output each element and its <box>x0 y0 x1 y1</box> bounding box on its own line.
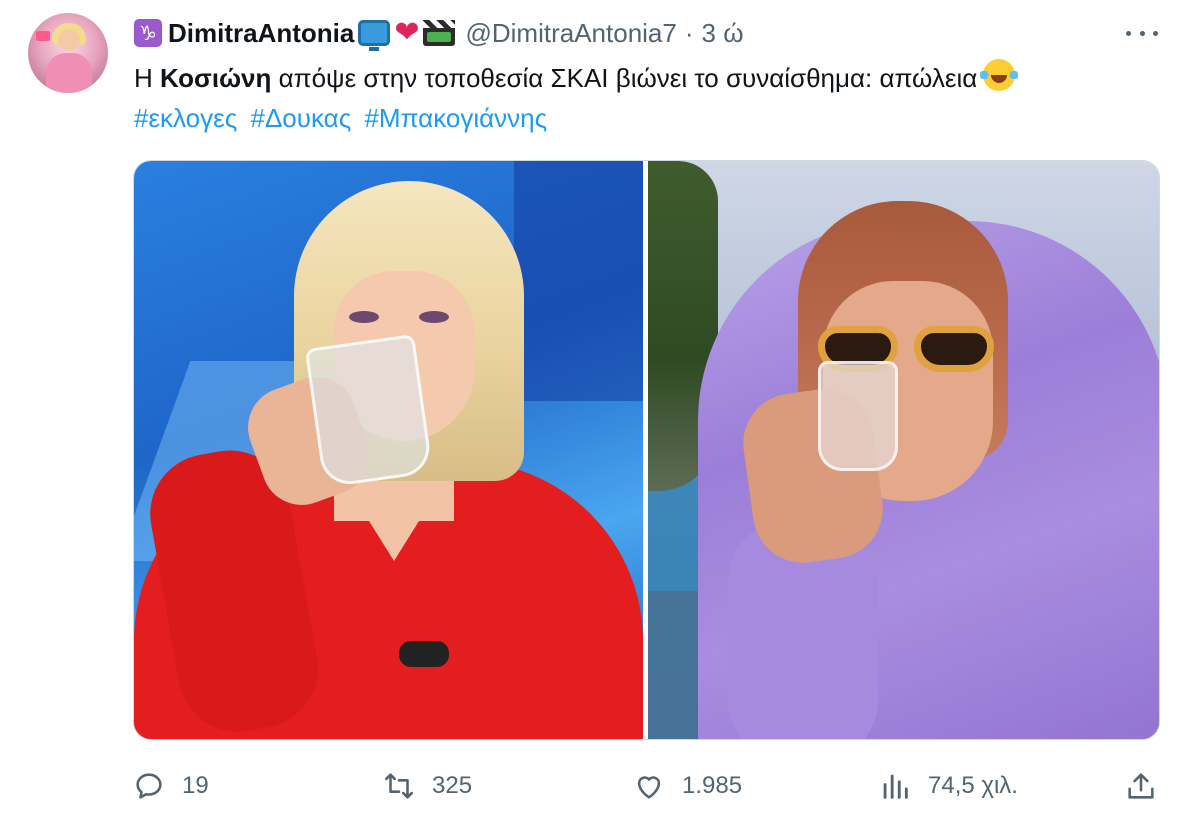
clapper-icon-wrap <box>423 20 456 46</box>
more-dot <box>1153 30 1158 36</box>
heart-outline-icon <box>637 776 661 799</box>
views-button[interactable]: 74,5 χιλ. <box>878 760 1018 812</box>
hashtags: #εκλογες #Δουκας #Μπακογιάννης <box>134 98 553 138</box>
capricorn-icon: ♑ <box>134 19 162 47</box>
retweet-button[interactable]: 325 <box>382 760 472 812</box>
avatar-flag <box>36 31 50 41</box>
laughing-tears-icon <box>980 59 1019 91</box>
tweet-text: Η Κοσιώνη απόψε στην τοποθεσία ΣΚΑΙ βιών… <box>134 58 1019 98</box>
user-handle[interactable]: @DimitraAntonia7 <box>465 18 676 49</box>
avatar-face <box>58 29 80 51</box>
neckline <box>344 481 444 561</box>
heart-icon: ❤ <box>394 15 420 50</box>
photo-left[interactable] <box>134 161 643 739</box>
water-glass <box>304 334 434 488</box>
tweet-text-rest: απόψε στην τοποθεσία ΣΚΑΙ βιώνει το συνα… <box>271 63 978 93</box>
display-name[interactable]: DimitraAntonia <box>168 18 354 49</box>
lapel-mic <box>399 641 449 667</box>
hashtag-link[interactable]: #εκλογες <box>134 103 237 133</box>
tweet-header: ♑ DimitraAntonia ❤ @DimitraAntonia7 · 3 … <box>134 16 744 51</box>
sunglasses-lens <box>914 326 994 372</box>
like-count: 1.985 <box>682 772 743 799</box>
retweet-icon <box>384 773 414 799</box>
clapper-board-icon <box>423 20 456 46</box>
view-count: 74,5 χιλ. <box>928 772 1018 799</box>
hashtag-link[interactable]: #Μπακογιάννης <box>364 103 547 133</box>
tweet-text-start: Η <box>134 63 160 93</box>
right-eye <box>419 311 449 323</box>
reply-icon <box>136 773 162 799</box>
heart-icon-wrap: ❤ <box>394 18 419 48</box>
drinking-glass <box>818 361 898 471</box>
separator-dot: · <box>684 17 694 48</box>
like-button[interactable]: 1.985 <box>632 760 742 812</box>
more-dot <box>1139 30 1145 36</box>
action-bar: 19 325 1.985 74,5 χιλ. <box>0 760 1196 812</box>
avatar[interactable] <box>28 13 108 93</box>
bar-chart-icon <box>883 774 908 799</box>
avatar-body <box>46 53 92 93</box>
reply-button[interactable]: 19 <box>132 760 209 812</box>
studio-background-panel <box>514 161 643 401</box>
more-options-icon[interactable] <box>1126 22 1158 44</box>
tv-icon <box>358 20 391 51</box>
photo-right[interactable] <box>648 161 1159 739</box>
media-container <box>133 160 1160 740</box>
tweet-text-bold: Κοσιώνη <box>160 63 272 93</box>
tweet: ♑ DimitraAntonia ❤ @DimitraAntonia7 · 3 … <box>0 0 1196 830</box>
hashtag-link[interactable]: #Δουκας <box>250 103 351 133</box>
more-dot <box>1126 30 1131 36</box>
retweet-count: 325 <box>432 772 473 799</box>
reply-count: 19 <box>182 772 209 799</box>
timestamp[interactable]: 3 ώ <box>702 18 744 49</box>
left-eye <box>349 311 379 323</box>
share-button[interactable] <box>1124 760 1174 812</box>
tv-icon-wrap <box>358 20 391 51</box>
share-icon <box>1128 773 1154 799</box>
